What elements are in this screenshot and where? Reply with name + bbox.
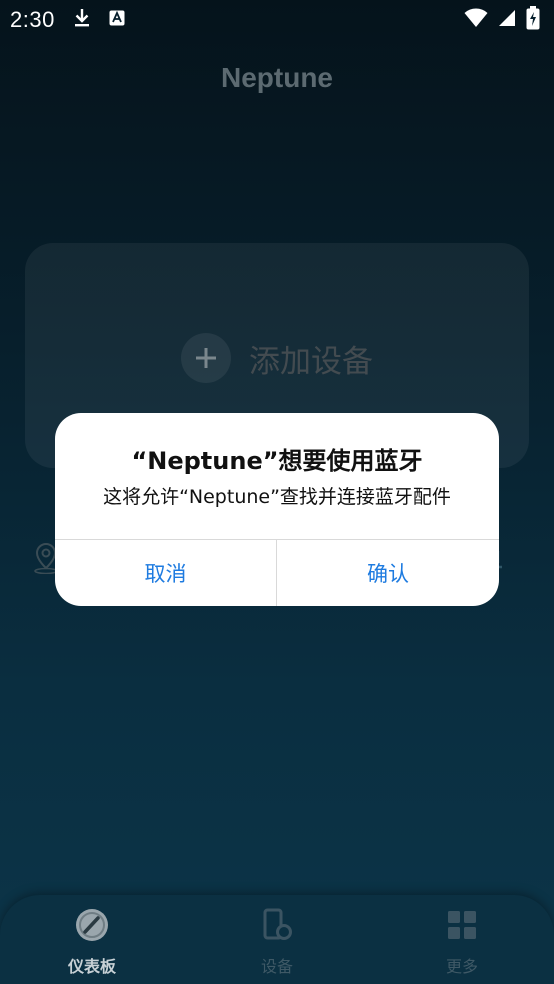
device-icon [259,907,295,947]
add-device-label: 添加设备 [249,343,373,380]
grid-more-icon [444,907,480,947]
nav-item-device[interactable]: 设备 [217,907,337,977]
dialog-title: “Neptune”想要使用蓝牙 [131,447,423,475]
cell-signal-icon [498,9,516,31]
font-a-icon [109,10,125,30]
nav-label-device: 设备 [260,957,293,976]
nav-item-dashboard[interactable]: 仪表板 [32,907,152,977]
nav-label-dashboard: 仪表板 [67,957,116,976]
nav-item-more[interactable]: 更多 [402,907,522,977]
status-bar: 2:30 [0,0,554,40]
status-time: 2:30 [10,7,55,32]
download-icon [73,8,91,32]
confirm-button[interactable]: 确认 [277,540,499,606]
battery-charging-icon [526,6,540,34]
dashboard-gauge-icon [74,907,110,947]
cancel-button[interactable]: 取消 [55,540,276,606]
wifi-icon [464,8,488,32]
nav-label-more: 更多 [445,957,478,976]
app-title: Neptune [221,62,333,93]
bottom-navigation: 仪表板 设备 更多 [0,895,554,984]
plus-icon [181,333,231,383]
bluetooth-permission-dialog: “Neptune”想要使用蓝牙 这将允许“Neptune”查找并连接蓝牙配件 取… [55,413,499,606]
dialog-message: 这将允许“Neptune”查找并连接蓝牙配件 [103,486,451,508]
